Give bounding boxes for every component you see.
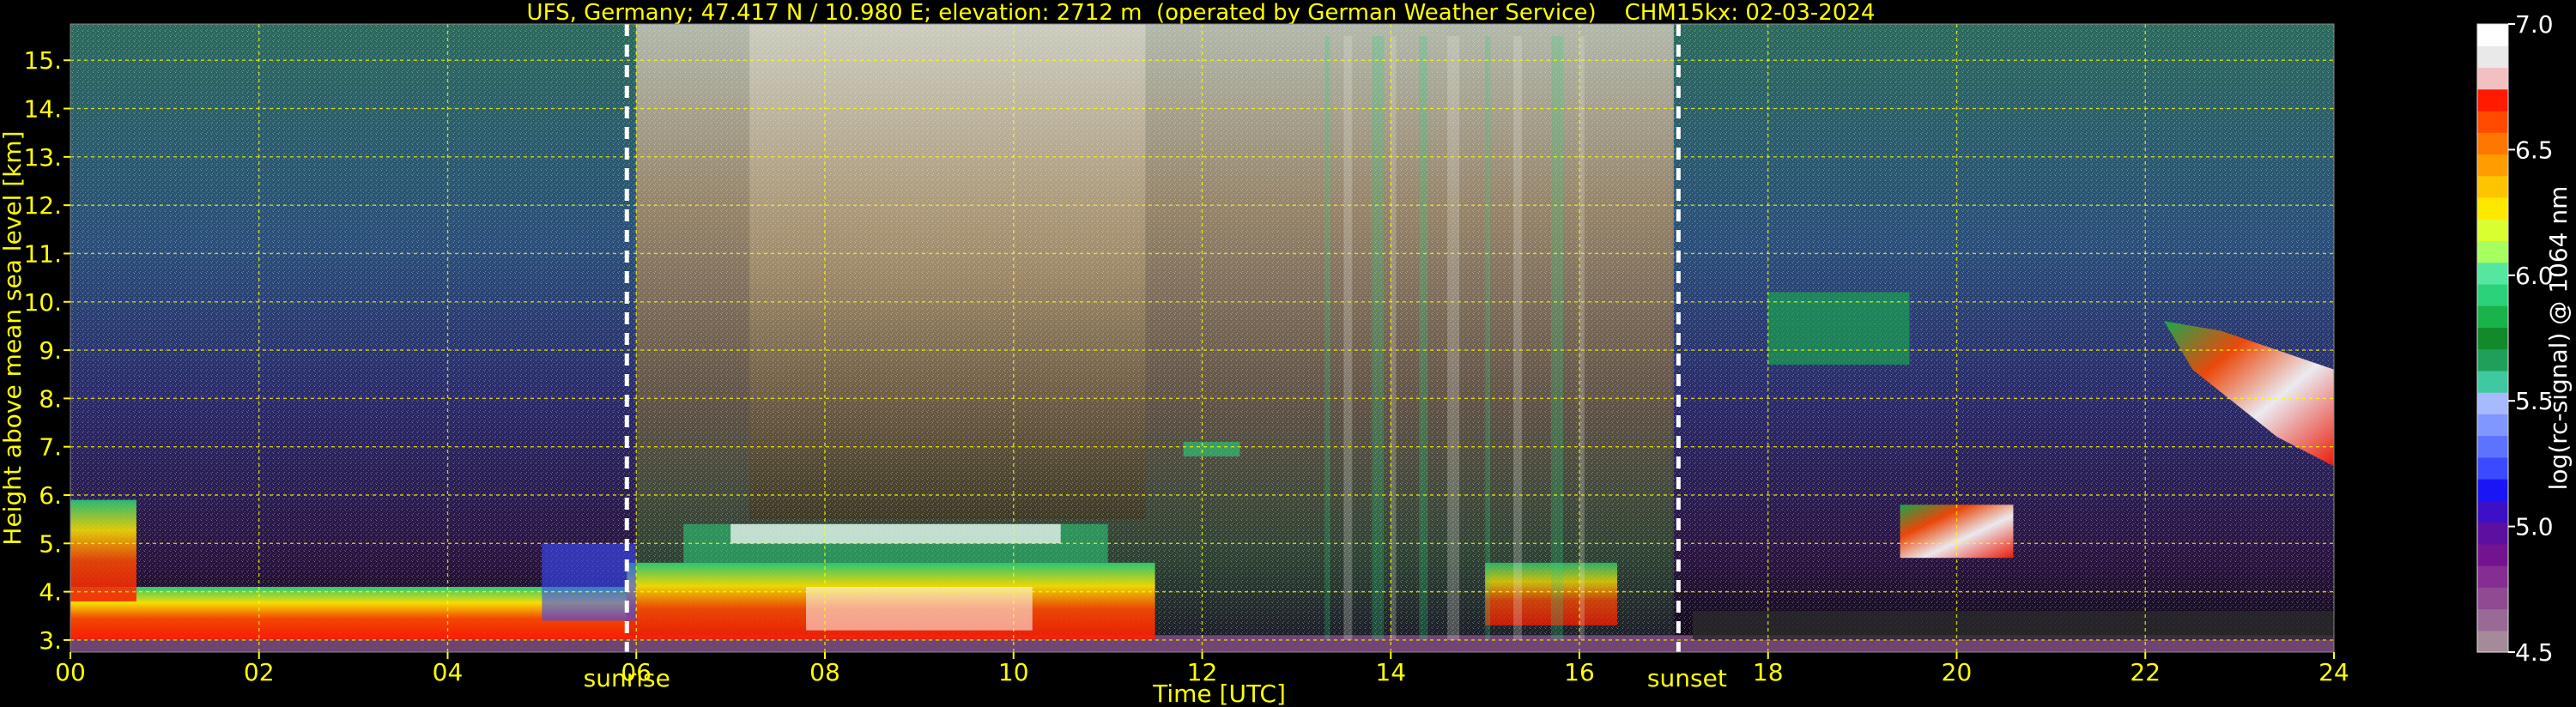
colorbar-segment	[2477, 240, 2508, 263]
y-tick-label: 13.	[23, 143, 62, 172]
colorbar	[2476, 23, 2509, 653]
colorbar-segment	[2477, 24, 2508, 46]
y-tick-label: 14.	[23, 95, 62, 124]
colorbar-segment	[2477, 435, 2508, 458]
colorbar-segment	[2477, 110, 2508, 133]
x-tick-label: 14	[1375, 658, 1406, 686]
chart-title: UFS, Germany; 47.417 N / 10.980 E; eleva…	[527, 0, 1876, 26]
sunrise-label: sunrise	[584, 664, 670, 692]
colorbar-segment	[2477, 587, 2508, 610]
colorbar-tick-label: 5.0	[2515, 513, 2554, 541]
fall-streak	[1391, 36, 1397, 640]
y-tick-label: 6.	[39, 481, 62, 510]
colorbar-segment	[2477, 392, 2508, 414]
x-tick-label: 02	[244, 658, 275, 686]
x-tick-label: 20	[1942, 658, 1973, 686]
lidar-ceilometer-chart: UFS, Germany; 47.417 N / 10.980 E; eleva…	[0, 0, 2573, 707]
x-tick-label: 24	[2318, 658, 2349, 686]
x-tick-label: 16	[1564, 658, 1595, 686]
fall-streak	[1513, 36, 1523, 640]
colorbar-segment	[2477, 630, 2508, 653]
colorbar-segment	[2477, 67, 2508, 90]
colorbar-segment	[2477, 219, 2508, 242]
colorbar-tick-label: 4.5	[2515, 638, 2554, 667]
fall-streak	[1447, 36, 1460, 640]
colorbar-segment	[2477, 132, 2508, 155]
x-tick-label: 08	[809, 658, 840, 686]
y-tick-label: 7.	[39, 433, 62, 462]
x-tick-label: 22	[2130, 658, 2161, 686]
boundary-layer-core	[806, 586, 1033, 631]
y-tick-label: 8.	[39, 384, 62, 413]
colorbar-segment	[2477, 262, 2508, 285]
fall-streak	[1485, 36, 1491, 640]
colorbar-segment	[2477, 370, 2508, 393]
colorbar-segment	[2477, 45, 2508, 69]
y-tick-label: 15.	[23, 46, 62, 75]
fall-streak	[1551, 36, 1564, 640]
y-axis-label: Height above mean sea level [km]	[0, 130, 27, 545]
colorbar-tick-label: 7.0	[2515, 10, 2554, 39]
y-tick-label: 11.	[23, 239, 62, 268]
y-tick-label: 3.	[39, 626, 62, 655]
colorbar-segment	[2477, 348, 2508, 372]
x-tick-label: 04	[433, 658, 464, 686]
colorbar-segment	[2477, 305, 2508, 328]
y-tick-label: 10.	[23, 288, 62, 317]
fall-streak	[1372, 36, 1385, 640]
fall-streak	[1343, 36, 1353, 640]
colorbar-tick-label: 6.5	[2515, 136, 2554, 164]
colorbar-segment	[2477, 414, 2508, 437]
colorbar-segment	[2477, 175, 2508, 198]
x-tick-label: 00	[55, 658, 86, 686]
colorbar-label: log(rc-signal) @ 1064 nm	[2544, 186, 2573, 491]
fall-streak	[1579, 36, 1585, 640]
boundary-layer-peak	[70, 499, 136, 601]
colorbar-segment	[2477, 608, 2508, 631]
y-axis: 3. 4. 5. 6. 7. 8. 9. 10. 11. 12. 13. 14. 15.	[23, 46, 70, 655]
colorbar-segment	[2477, 500, 2508, 523]
colorbar-segment	[2477, 479, 2508, 501]
fall-streak	[1324, 36, 1330, 640]
y-tick-label: 4.	[39, 578, 62, 607]
colorbar-segment	[2477, 283, 2508, 306]
colorbar-segment	[2477, 327, 2508, 350]
y-tick-label: 9.	[39, 336, 62, 365]
x-tick-label: 18	[1753, 658, 1784, 686]
colorbar-segment	[2477, 522, 2508, 545]
x-axis-label: Time [UTC]	[1152, 680, 1286, 707]
morning-aerosol	[542, 543, 637, 621]
colorbar-segment	[2477, 196, 2508, 220]
colorbar-segment	[2477, 154, 2508, 177]
colorbar-segment	[2477, 543, 2508, 566]
y-tick-label: 12.	[23, 191, 62, 220]
thin-layer	[1183, 442, 1240, 456]
cloud-fragments	[1767, 292, 1910, 365]
plot-area	[70, 24, 2334, 652]
fall-streak	[1419, 36, 1428, 640]
y-tick-label: 5.	[39, 529, 62, 558]
colorbar-segment	[2477, 88, 2508, 112]
colorbar-segment	[2477, 456, 2508, 480]
evening-residual	[1692, 611, 2334, 640]
colorbar-segment	[2477, 565, 2508, 588]
sunset-label: sunset	[1647, 664, 1727, 692]
x-tick-label: 10	[998, 658, 1029, 686]
aerosol-top	[730, 523, 1061, 544]
